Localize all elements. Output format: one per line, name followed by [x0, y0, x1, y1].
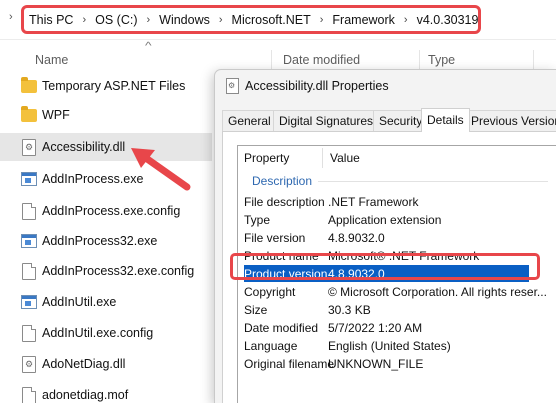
sort-up-icon: ^ — [145, 41, 152, 52]
property-row[interactable]: Language English (United States) — [244, 337, 529, 354]
breadcrumb-item[interactable]: Framework — [332, 13, 395, 27]
column-header-type[interactable]: Type — [428, 53, 455, 67]
exe-file-icon — [21, 234, 37, 248]
exe-file-icon — [21, 295, 37, 309]
annotation-arrow-icon — [131, 148, 191, 191]
file-name: AdoNetDiag.dll — [42, 357, 126, 371]
file-name: Accessibility.dll — [42, 140, 126, 154]
address-bar: › This PC › OS (C:) › Windows › Microsof… — [0, 0, 556, 40]
tab-digital-signatures[interactable]: Digital Signatures — [273, 110, 380, 131]
chevron-right-icon[interactable]: › — [219, 14, 223, 26]
details-panel: Property Value Description File descript… — [222, 131, 556, 403]
chevron-right-icon[interactable]: › — [404, 14, 408, 26]
property-row[interactable]: File version 4.8.9032.0 — [244, 229, 529, 246]
file-name: AddInProcess32.exe — [42, 234, 158, 248]
file-name: Temporary ASP.NET Files — [42, 79, 186, 93]
property-name: Size — [244, 303, 268, 317]
breadcrumb: This PC › OS (C:) › Windows › Microsoft.… — [21, 5, 481, 34]
breadcrumb-item[interactable]: Windows — [159, 13, 210, 27]
column-header-date-modified[interactable]: Date modified — [283, 53, 360, 67]
chevron-right-icon[interactable]: › — [320, 14, 324, 26]
tab-previous-versions[interactable]: Previous Versions — [465, 110, 556, 131]
list-item[interactable]: WPF — [0, 101, 212, 129]
list-item[interactable]: AddInUtil.exe — [0, 288, 212, 316]
breadcrumb-item[interactable]: Microsoft.NET — [232, 13, 311, 27]
exe-file-icon — [21, 172, 37, 186]
property-name: Original filename — [244, 357, 335, 371]
config-file-icon — [22, 324, 36, 342]
list-item[interactable]: AddInProcess.exe.config — [0, 197, 212, 225]
list-item[interactable]: Temporary ASP.NET Files — [0, 72, 212, 100]
file-name: WPF — [42, 108, 70, 122]
property-name: Type — [244, 213, 271, 227]
column-divider[interactable] — [322, 148, 323, 168]
property-value: English (United States) — [328, 339, 451, 353]
property-value: UNKNOWN_FILE — [328, 357, 424, 371]
property-row[interactable]: File description .NET Framework — [244, 193, 529, 210]
property-row[interactable]: Original filename UNKNOWN_FILE — [244, 355, 529, 372]
property-row[interactable]: Size 30.3 KB — [244, 301, 529, 318]
file-name: AddInProcess32.exe.config — [42, 264, 195, 278]
file-name: AddInProcess.exe.config — [42, 204, 181, 218]
property-value: 4.8.9032.0 — [328, 231, 385, 245]
chevron-right-icon[interactable]: › — [146, 14, 150, 26]
properties-list: Property Value Description File descript… — [237, 145, 556, 403]
divider — [318, 181, 548, 182]
list-item[interactable]: AdoNetDiag.dll — [0, 350, 212, 378]
properties-dialog: Accessibility.dll Properties General Dig… — [214, 69, 556, 403]
config-file-icon — [22, 202, 36, 220]
column-header-property[interactable]: Property — [244, 151, 289, 165]
dll-file-icon — [22, 355, 36, 373]
property-name: File description — [244, 195, 325, 209]
file-name: AddInUtil.exe.config — [42, 326, 154, 340]
property-value: 5/7/2022 1:20 AM — [328, 321, 423, 335]
property-row-selected[interactable]: Product version 4.8.9032.0 — [244, 265, 529, 282]
property-name: Product name — [244, 249, 319, 263]
file-icon — [22, 386, 36, 403]
property-row[interactable]: Type Application extension — [244, 211, 529, 228]
tab-strip: General Digital Signatures Security Deta… — [222, 108, 556, 132]
folder-icon — [21, 76, 37, 93]
breadcrumb-item[interactable]: v4.0.30319 — [417, 13, 479, 27]
property-row[interactable]: Product name Microsoft® .NET Framework — [244, 247, 529, 264]
property-row[interactable]: Copyright © Microsoft Corporation. All r… — [244, 283, 547, 300]
tab-general[interactable]: General — [222, 110, 277, 131]
column-header-name[interactable]: Name — [35, 53, 68, 67]
property-value: .NET Framework — [328, 195, 419, 209]
property-name: Date modified — [244, 321, 319, 335]
property-value: 4.8.9032.0 — [328, 267, 385, 281]
list-item[interactable]: adonetdiag.mof — [0, 381, 212, 403]
property-name: Language — [244, 339, 298, 353]
property-name: Copyright — [244, 285, 296, 299]
file-name: adonetdiag.mof — [42, 388, 129, 402]
section-heading: Description — [252, 174, 313, 188]
property-value: 30.3 KB — [328, 303, 371, 317]
column-header-value[interactable]: Value — [330, 151, 360, 165]
property-value: © Microsoft Corporation. All rights rese… — [328, 285, 547, 299]
property-row[interactable]: Date modified 5/7/2022 1:20 AM — [244, 319, 529, 336]
list-item[interactable]: AddInUtil.exe.config — [0, 319, 212, 347]
tab-details[interactable]: Details — [421, 108, 470, 132]
property-value: Application extension — [328, 213, 442, 227]
chevron-right-icon[interactable]: › — [9, 11, 13, 23]
breadcrumb-item[interactable]: OS (C:) — [95, 13, 137, 27]
dll-file-icon — [22, 138, 36, 156]
file-name: AddInUtil.exe — [42, 295, 117, 309]
folder-icon — [21, 105, 37, 122]
list-item[interactable]: AddInProcess32.exe — [0, 227, 212, 255]
breadcrumb-item[interactable]: This PC — [29, 13, 73, 27]
dialog-title: Accessibility.dll Properties — [245, 79, 389, 93]
dll-file-icon — [226, 78, 239, 94]
property-name: File version — [244, 231, 306, 245]
list-item[interactable]: AddInProcess32.exe.config — [0, 257, 212, 285]
chevron-right-icon[interactable]: › — [82, 14, 86, 26]
property-value: Microsoft® .NET Framework — [328, 249, 480, 263]
property-name: Product version — [244, 267, 328, 281]
config-file-icon — [22, 262, 36, 280]
